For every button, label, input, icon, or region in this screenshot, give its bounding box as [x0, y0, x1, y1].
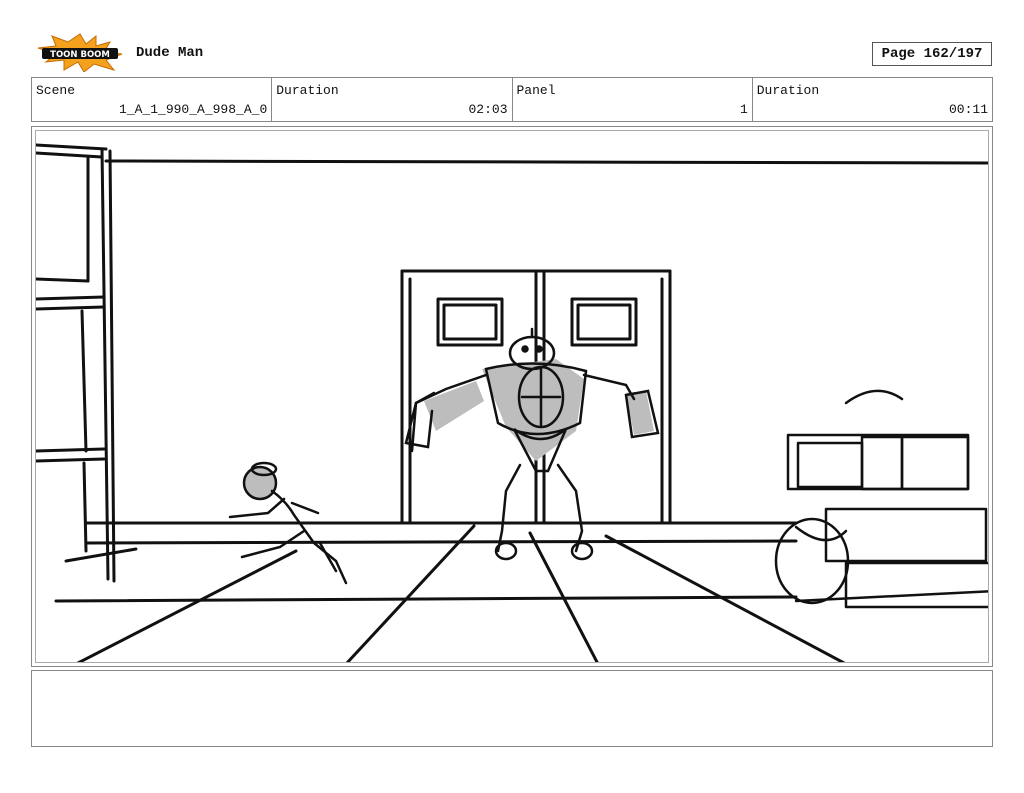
floor-grid-lines: [54, 524, 846, 662]
sketch-drawing: [36, 143, 988, 662]
scene-duration-cell: Duration 02:03: [272, 78, 513, 121]
ceiling-line: [104, 159, 988, 165]
scene-duration-value: 02:03: [468, 102, 508, 117]
left-doorway: [36, 143, 116, 583]
panel-label: Panel: [516, 83, 556, 98]
scene-duration-label: Duration: [276, 83, 339, 98]
panel-cell: Panel 1: [513, 78, 753, 121]
toon-boom-logo: TOON BOOM: [34, 32, 126, 73]
scene-value: 1_A_1_990_A_998_A_0: [119, 102, 268, 117]
stacked-boxes: [774, 389, 988, 609]
panel-duration-value: 00:11: [948, 102, 988, 117]
logo-text: TOON BOOM: [50, 50, 110, 60]
page-counter: Page 162/197: [872, 42, 992, 66]
project-title: Dude Man: [136, 45, 204, 61]
panel-notes-box: [31, 670, 993, 747]
scene-label: Scene: [36, 83, 76, 98]
panel-value: 1: [739, 102, 748, 117]
scene-info-row: Scene 1_A_1_990_A_998_A_0 Duration 02:03…: [31, 77, 993, 122]
floor-edge-line: [84, 539, 798, 545]
storyboard-panel-frame: [31, 126, 993, 667]
panel-duration-label: Duration: [756, 83, 820, 98]
scene-cell: Scene 1_A_1_990_A_998_A_0: [32, 78, 273, 121]
panel-duration-cell: Duration 00:11: [753, 78, 992, 121]
storyboard-sketch: [35, 130, 989, 663]
